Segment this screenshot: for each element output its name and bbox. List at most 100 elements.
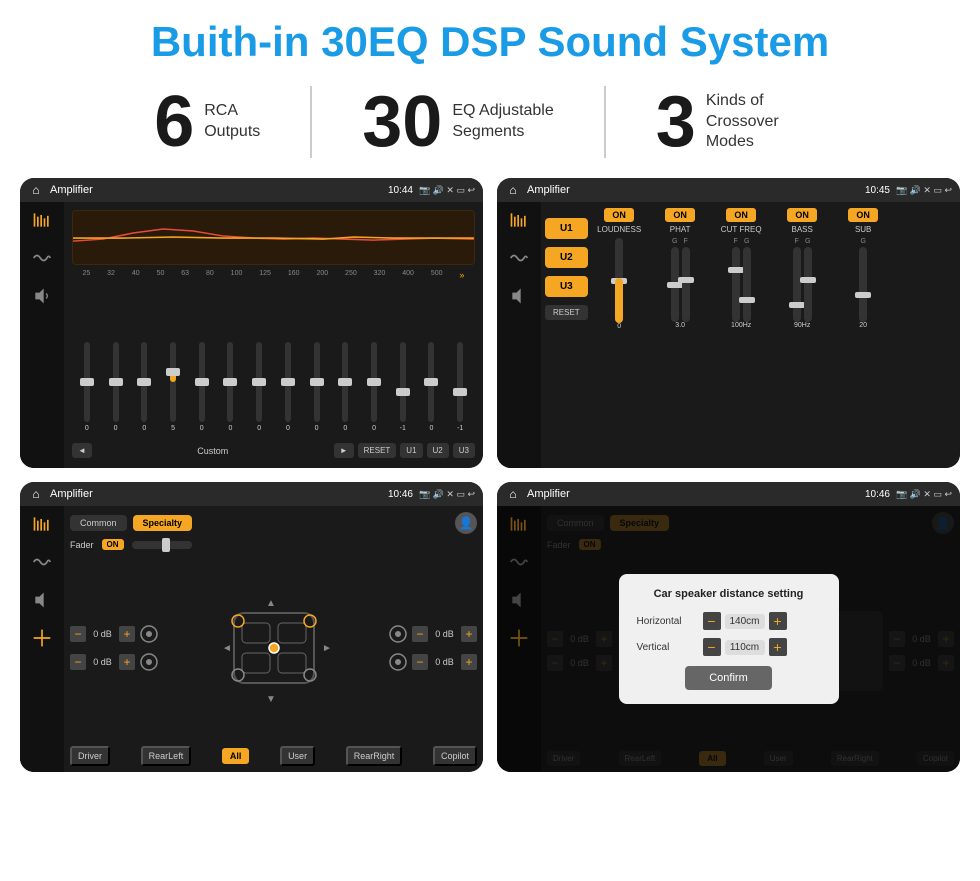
fader-all-btn[interactable]: All	[222, 748, 250, 764]
stat-eq-label: EQ AdjustableSegments	[452, 101, 553, 143]
stat-rca-label: RCAOutputs	[204, 101, 260, 143]
eq-slider-track-3[interactable]	[141, 342, 147, 422]
page-title: Buith-in 30EQ DSP Sound System	[0, 0, 980, 76]
xover-sidebar-speaker-icon[interactable]	[505, 286, 533, 306]
stat-eq-number: 30	[362, 86, 442, 158]
xover-sidebar-eq-icon[interactable]	[505, 210, 533, 230]
eq-bottom-bar: ◄ Custom ► RESET U1 U2 U3	[72, 441, 475, 460]
right-ch2-plus[interactable]: +	[461, 654, 477, 670]
loudness-toggle[interactable]: ON	[604, 208, 634, 222]
eq-sidebar-wave-icon[interactable]	[28, 248, 56, 268]
xover-presets: U1 U2 U3 RESET	[545, 208, 588, 462]
eq-slider-10: 0	[332, 342, 358, 432]
xover-reset-btn[interactable]: RESET	[545, 305, 588, 320]
dialog-home-icon[interactable]: ⌂	[505, 486, 521, 502]
fader-driver-btn[interactable]: Driver	[70, 746, 110, 766]
dialog-vertical-plus[interactable]: +	[769, 638, 787, 656]
eq-home-icon[interactable]: ⌂	[28, 182, 44, 198]
dialog-vertical-label: Vertical	[637, 642, 697, 653]
xover-u1-btn[interactable]: U1	[545, 218, 588, 239]
eq-u3-btn[interactable]: U3	[453, 443, 475, 458]
eq-freq-labels: 253240506380100125160200250320400500 »	[72, 270, 475, 280]
fader-tabs: Common Specialty 👤	[70, 512, 477, 534]
fader-h-slider[interactable]	[132, 541, 192, 549]
dialog-horizontal-plus[interactable]: +	[769, 612, 787, 630]
fader-specialty-tab[interactable]: Specialty	[133, 515, 193, 531]
dialog-horizontal-minus[interactable]: −	[703, 612, 721, 630]
xover-home-icon[interactable]: ⌂	[505, 182, 521, 198]
eq-reset-btn[interactable]: RESET	[358, 443, 397, 458]
eq-slider-track-8[interactable]	[285, 342, 291, 422]
fader-sidebar-eq-icon[interactable]	[28, 514, 56, 534]
cutfreq-toggle[interactable]: ON	[726, 208, 756, 222]
right-ch1-control: − 0 dB +	[388, 624, 477, 644]
dialog-confirm-button[interactable]: Confirm	[685, 666, 772, 690]
eq-slider-track-5[interactable]	[199, 342, 205, 422]
xover-u3-btn[interactable]: U3	[545, 276, 588, 297]
svg-text:▼: ▼	[266, 694, 276, 705]
eq-u1-btn[interactable]: U1	[400, 443, 422, 458]
dialog-screen-title: Amplifier	[527, 488, 859, 500]
eq-slider-track-9[interactable]	[314, 342, 320, 422]
phat-label: PHAT	[670, 225, 691, 234]
fader-bottom: Driver RearLeft All User RearRight Copil…	[70, 746, 477, 766]
eq-slider-track-10[interactable]	[342, 342, 348, 422]
eq-slider-track-6[interactable]	[227, 342, 233, 422]
fader-sidebar-arrows-icon[interactable]	[28, 628, 56, 648]
right-ch2-minus[interactable]: −	[412, 654, 428, 670]
fader-sidebar-speaker-icon[interactable]	[28, 590, 56, 610]
eq-slider-track-2[interactable]	[113, 342, 119, 422]
left-ch2-minus[interactable]: −	[70, 654, 86, 670]
left-ch1-minus[interactable]: −	[70, 626, 86, 642]
fader-sidebar-wave-icon[interactable]	[28, 552, 56, 572]
eq-status-icons: 📷 🔊 ✕ ▭ ↩	[419, 185, 475, 196]
eq-slider-track-4[interactable]	[170, 342, 176, 422]
dialog-screen-content: Common Specialty 👤 Fader ON − 0 dB +	[497, 506, 960, 772]
fader-rearleft-btn[interactable]: RearLeft	[141, 746, 192, 766]
eq-screen-content: 253240506380100125160200250320400500 » 0…	[20, 202, 483, 468]
eq-slider-track-11[interactable]	[371, 342, 377, 422]
eq-sidebar-speaker-icon[interactable]	[28, 286, 56, 306]
eq-prev-arrow[interactable]: ◄	[72, 443, 92, 458]
eq-slider-11: 0	[361, 342, 387, 432]
left-ch1-plus[interactable]: +	[119, 626, 135, 642]
sub-toggle[interactable]: ON	[848, 208, 878, 222]
eq-slider-3: 0	[131, 342, 157, 432]
dialog-screen-card: ⌂ Amplifier 10:46 📷 🔊 ✕ ▭ ↩	[497, 482, 960, 772]
right-ch1-plus[interactable]: +	[461, 626, 477, 642]
fader-on-badge[interactable]: ON	[102, 539, 124, 550]
xover-status-icons: 📷 🔊 ✕ ▭ ↩	[896, 185, 952, 196]
stats-row: 6 RCAOutputs 30 EQ AdjustableSegments 3 …	[0, 76, 980, 173]
phat-toggle[interactable]: ON	[665, 208, 695, 222]
fader-common-tab[interactable]: Common	[70, 515, 127, 531]
right-ch2-value: 0 dB	[432, 657, 457, 667]
dialog-horizontal-control: − 140cm +	[703, 612, 787, 630]
eq-sidebar-eq-icon[interactable]	[28, 210, 56, 230]
eq-slider-track-7[interactable]	[256, 342, 262, 422]
fader-home-icon[interactable]: ⌂	[28, 486, 44, 502]
left-channel-controls: − 0 dB + − 0 dB +	[70, 624, 159, 672]
profile-icon[interactable]: 👤	[455, 512, 477, 534]
fader-middle: − 0 dB + − 0 dB +	[70, 555, 477, 741]
xover-u2-btn[interactable]: U2	[545, 247, 588, 268]
xover-main: U1 U2 U3 RESET ON LOUDNESS	[541, 202, 960, 468]
eq-slider-track-12[interactable]	[400, 342, 406, 422]
eq-u2-btn[interactable]: U2	[427, 443, 449, 458]
eq-slider-4: 5	[160, 342, 186, 432]
fader-copilot-btn[interactable]: Copilot	[433, 746, 477, 766]
eq-slider-track-14[interactable]	[457, 342, 463, 422]
fader-user-btn[interactable]: User	[280, 746, 315, 766]
xover-sidebar-wave-icon[interactable]	[505, 248, 533, 268]
eq-slider-5: 0	[189, 342, 215, 432]
eq-slider-track-1[interactable]	[84, 342, 90, 422]
fader-rearright-btn[interactable]: RearRight	[346, 746, 403, 766]
right-ch1-minus[interactable]: −	[412, 626, 428, 642]
eq-next-arrow[interactable]: ►	[334, 443, 354, 458]
eq-slider-track-13[interactable]	[428, 342, 434, 422]
dialog-horizontal-row: Horizontal − 140cm +	[637, 612, 821, 630]
bass-toggle[interactable]: ON	[787, 208, 817, 222]
left-ch2-plus[interactable]: +	[119, 654, 135, 670]
dialog-vertical-minus[interactable]: −	[703, 638, 721, 656]
sub-label: SUB	[855, 225, 871, 234]
xover-channels: ON LOUDNESS 0	[592, 208, 954, 462]
